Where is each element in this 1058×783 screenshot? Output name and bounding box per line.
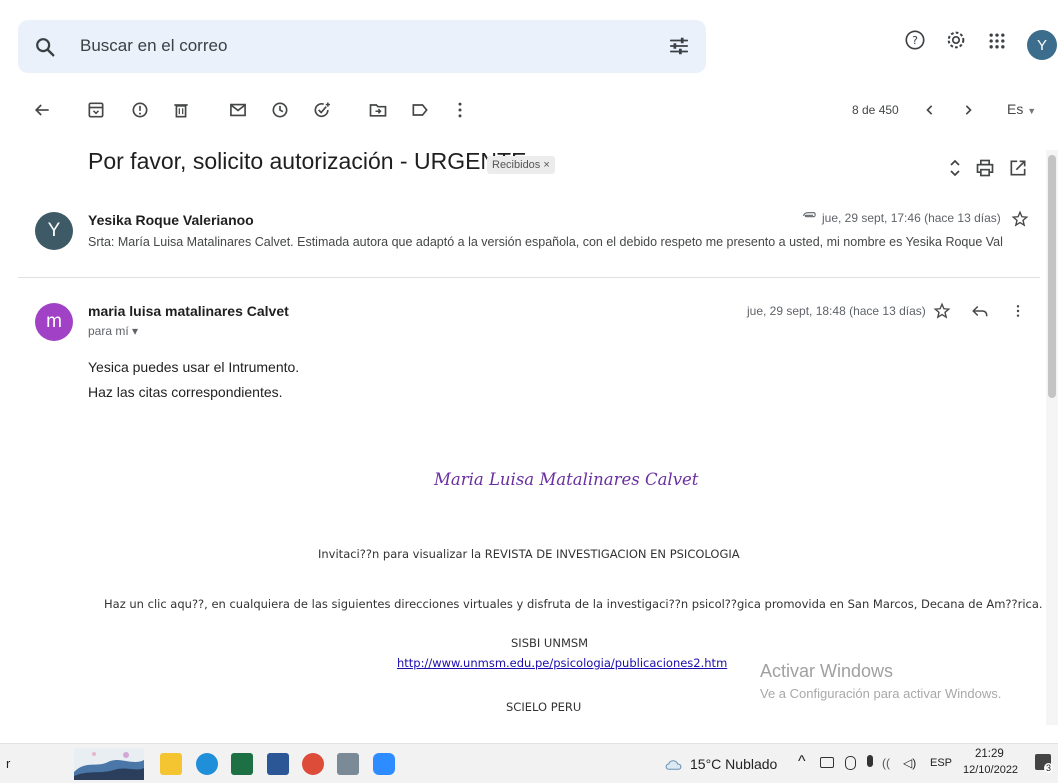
weather-cloud-icon[interactable] [663, 757, 685, 771]
more-options-vertical-icon[interactable] [1010, 302, 1026, 320]
input-tools-language-label: Es [1007, 101, 1024, 117]
back-arrow-icon[interactable] [32, 100, 52, 120]
message-toolbar: 8 de 450 Es ▼ [0, 88, 1058, 132]
meet-now-icon[interactable] [820, 757, 834, 768]
inbox-label-chip[interactable]: Recibidos × [487, 156, 555, 174]
star-icon[interactable] [933, 302, 951, 320]
clock-date[interactable]: 12/10/2022 [963, 764, 1018, 776]
archive-icon[interactable] [86, 100, 106, 120]
sender-name[interactable]: Yesika Roque Valerianoo [88, 212, 254, 228]
windows-taskbar: r 15°C Nublado ^ (( ◁) ESP 21:29 12/10/2… [0, 743, 1058, 783]
reply-icon[interactable] [971, 302, 989, 320]
recipient-dropdown[interactable]: para mí ▾ [88, 324, 138, 338]
signature-name: Maria Luisa Matalinares Calvet [434, 470, 699, 489]
message-snippet[interactable]: Srta: María Luisa Matalinares Calvet. Es… [88, 235, 1028, 249]
search-options-icon[interactable] [668, 35, 690, 57]
thread-subject: Por favor, solicito autorización - URGEN… [88, 148, 527, 174]
widgets-thumbnail-icon[interactable] [74, 748, 144, 780]
svg-text:?: ? [912, 34, 918, 47]
message-divider [18, 277, 1040, 278]
search-bar[interactable]: Buscar en el correo [18, 20, 706, 73]
delete-trash-icon[interactable] [171, 100, 191, 120]
more-options-vertical-icon[interactable] [450, 100, 470, 120]
search-icon[interactable] [34, 36, 56, 58]
help-icon[interactable]: ? [904, 29, 926, 51]
scrollbar-thumb[interactable] [1048, 155, 1056, 398]
message-count: 8 de 450 [852, 103, 899, 117]
show-hidden-icons-chevron[interactable]: ^ [798, 753, 806, 771]
previous-chevron-icon[interactable] [920, 100, 940, 120]
sisbi-link[interactable]: http://www.unmsm.edu.pe/psicologia/publi… [397, 656, 727, 670]
message-date: jue, 29 sept, 17:46 (hace 13 días) [822, 211, 1001, 225]
wifi-icon[interactable]: (( [882, 756, 890, 770]
next-chevron-icon[interactable] [958, 100, 978, 120]
body-line: Yesica puedes usar el Intrumento. [88, 359, 300, 375]
microphone-icon[interactable] [867, 755, 873, 767]
activation-watermark-text: Ve a Configuración para activar Windows. [760, 686, 1002, 701]
weather-status[interactable]: 15°C Nublado [690, 756, 777, 772]
input-tools-language[interactable]: Es ▼ [1007, 101, 1036, 117]
calculator-icon[interactable] [337, 753, 359, 775]
word-icon[interactable] [267, 753, 289, 775]
usb-device-icon[interactable] [845, 756, 856, 770]
apps-grid-icon[interactable] [987, 31, 1007, 51]
top-bar: Buscar en el correo ? Y [0, 0, 1058, 86]
scielo-heading: SCIELO PERU [506, 700, 582, 714]
message-date: jue, 29 sept, 18:48 (hace 13 días) [747, 304, 926, 318]
expand-collapse-icon[interactable] [947, 158, 963, 178]
click-instructions: Haz un clic aqu??, en cualquiera de las … [104, 597, 1043, 611]
sender-avatar[interactable]: Y [35, 212, 73, 250]
clock-time[interactable]: 21:29 [975, 748, 1004, 760]
chrome-browser-icon[interactable] [302, 753, 324, 775]
move-to-folder-icon[interactable] [368, 100, 388, 120]
search-input[interactable]: Buscar en el correo [80, 36, 227, 56]
volume-speaker-icon[interactable]: ◁) [903, 756, 916, 770]
settings-gear-icon[interactable] [945, 29, 967, 51]
open-new-window-icon[interactable] [1008, 158, 1028, 178]
activation-watermark-title: Activar Windows [760, 661, 894, 681]
search-box-edge[interactable]: r [6, 756, 10, 771]
zoom-icon[interactable] [373, 753, 395, 775]
snooze-clock-icon[interactable] [270, 100, 290, 120]
input-language[interactable]: ESP [930, 757, 952, 769]
star-icon[interactable] [1011, 210, 1029, 228]
edge-browser-icon[interactable] [196, 753, 218, 775]
label-tag-icon[interactable] [410, 100, 430, 120]
sender-name[interactable]: maria luisa matalinares Calvet [88, 303, 289, 319]
print-icon[interactable] [975, 158, 995, 178]
body-line: Haz las citas correspondientes. [88, 384, 283, 400]
report-spam-icon[interactable] [130, 100, 150, 120]
add-task-icon[interactable] [312, 100, 332, 120]
dropdown-caret-icon: ▼ [1027, 106, 1037, 116]
sender-avatar[interactable]: m [35, 303, 73, 341]
invitation-text: Invitaci??n para visualizar la REVISTA D… [318, 547, 740, 561]
notification-count-badge: 3 [1044, 763, 1054, 773]
file-explorer-icon[interactable] [160, 753, 182, 775]
sisbi-heading: SISBI UNMSM [511, 636, 589, 650]
mark-unread-mail-icon[interactable] [228, 100, 248, 120]
attachment-icon [803, 212, 816, 218]
excel-icon[interactable] [231, 753, 253, 775]
account-avatar[interactable]: Y [1027, 30, 1057, 60]
